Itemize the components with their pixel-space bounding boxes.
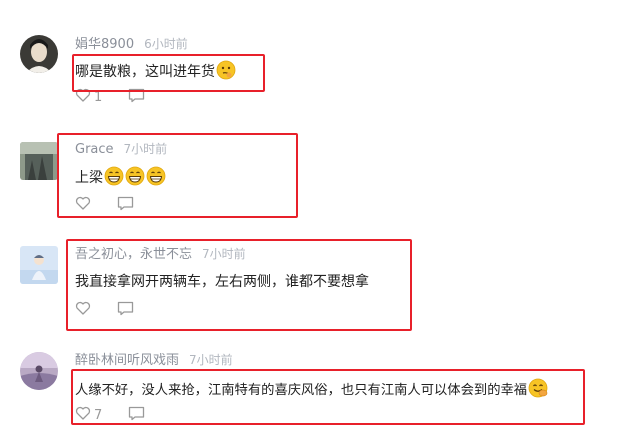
laughing-hand-face-icon <box>528 378 548 405</box>
grinning-face-icon <box>125 166 145 192</box>
reply-button[interactable] <box>117 301 134 320</box>
comment-meta: Grace 7小时前 <box>75 141 167 158</box>
avatar[interactable] <box>20 352 58 390</box>
reply-button[interactable] <box>128 88 145 107</box>
comment-icon <box>117 196 134 215</box>
timestamp: 7小时前 <box>123 142 168 156</box>
comment-icon <box>117 301 134 320</box>
comment-actions <box>75 196 160 214</box>
username[interactable]: 娟华8900 <box>75 37 134 52</box>
like-count: 7 <box>94 407 103 423</box>
avatar[interactable] <box>20 246 58 284</box>
username[interactable]: 醉卧林间听风戏雨 <box>75 353 179 368</box>
comment-text: 我直接拿网开两辆车，左右两侧，谁都不要想拿 <box>75 272 369 292</box>
username[interactable]: Grace <box>75 142 114 157</box>
comment-meta: 娟华8900 6小时前 <box>75 36 188 53</box>
avatar[interactable] <box>20 142 58 180</box>
like-button[interactable]: 1 <box>75 88 102 106</box>
comment-meta: 醉卧林间听风戏雨 7小时前 <box>75 352 233 369</box>
heart-icon <box>75 406 91 424</box>
like-button[interactable] <box>75 301 91 319</box>
comment-actions <box>75 301 160 319</box>
comment-list: 娟华8900 6小时前 哪是散粮，这叫进年货 1 Grace 7小时前 上梁 吾… <box>0 0 641 438</box>
comment-body: 上梁 <box>75 170 103 186</box>
comment-meta: 吾之初心，永世不忘 7小时前 <box>75 246 246 263</box>
comment-actions: 7 <box>75 406 171 424</box>
username[interactable]: 吾之初心，永世不忘 <box>75 247 192 262</box>
grinning-face-icon <box>146 166 166 192</box>
heart-icon <box>75 88 91 106</box>
timestamp: 6小时前 <box>144 37 188 51</box>
avatar[interactable] <box>20 35 58 73</box>
comment-actions: 1 <box>75 88 171 106</box>
heart-icon <box>75 196 91 214</box>
reply-button[interactable] <box>117 196 134 215</box>
timestamp: 7小时前 <box>189 353 233 367</box>
like-button[interactable] <box>75 196 91 214</box>
comment-body: 哪是散粮，这叫进年货 <box>75 64 215 80</box>
heart-icon <box>75 301 91 319</box>
timestamp: 7小时前 <box>202 247 246 261</box>
comment-body: 我直接拿网开两辆车，左右两侧，谁都不要想拿 <box>75 274 369 290</box>
grinning-face-icon <box>104 166 124 192</box>
comment-text: 人缘不好，没人来抢，江南特有的喜庆风俗，也只有江南人可以体会到的幸福 <box>75 378 548 405</box>
reply-button[interactable] <box>128 406 145 425</box>
comment-body: 人缘不好，没人来抢，江南特有的喜庆风俗，也只有江南人可以体会到的幸福 <box>75 383 528 398</box>
comment-icon <box>128 88 145 107</box>
like-button[interactable]: 7 <box>75 406 102 424</box>
comment-text: 哪是散粮，这叫进年货 <box>75 60 236 86</box>
comment-icon <box>128 406 145 425</box>
comment-text: 上梁 <box>75 166 166 192</box>
thinking-face-icon <box>216 60 236 86</box>
like-count: 1 <box>94 89 103 105</box>
